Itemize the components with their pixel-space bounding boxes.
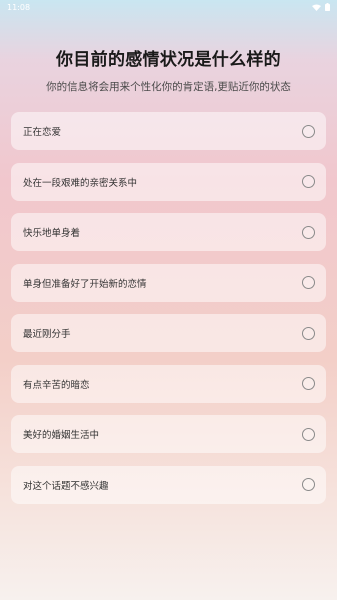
option-single-ready[interactable]: 单身但准备好了开始新的恋情 (11, 263, 326, 302)
option-label: 最近刚分手 (23, 329, 71, 340)
radio-unchecked-icon[interactable] (302, 377, 315, 390)
option-secret-crush[interactable]: 有点辛苦的暗恋 (11, 364, 326, 403)
option-recent-breakup[interactable]: 最近刚分手 (11, 314, 326, 352)
option-difficult-relationship[interactable]: 处在一段艰难的亲密关系中 (11, 162, 326, 201)
status-icons (312, 3, 330, 11)
option-in-love[interactable]: 正在恋爱 (11, 112, 326, 150)
option-not-interested[interactable]: 对这个话题不感兴趣 (11, 465, 326, 504)
option-label: 单身但准备好了开始新的恋情 (23, 278, 147, 290)
radio-unchecked-icon[interactable] (302, 124, 315, 138)
radio-unchecked-icon[interactable] (302, 175, 315, 188)
option-label: 对这个话题不感兴趣 (23, 480, 109, 492)
option-label: 有点辛苦的暗恋 (23, 379, 90, 391)
options-list: 正在恋爱 处在一段艰难的亲密关系中 快乐地单身着 单身但准备好了开始新的恋情 最… (11, 112, 326, 516)
radio-unchecked-icon[interactable] (302, 326, 315, 340)
option-label: 正在恋爱 (23, 127, 62, 138)
page-title: 你目前的感情状况是什么样的 (56, 50, 281, 70)
status-bar: 11:08 (0, 0, 337, 14)
option-happily-single[interactable]: 快乐地单身着 (11, 213, 326, 251)
status-time: 11:08 (7, 2, 31, 12)
option-label: 美好的婚姻生活中 (23, 430, 100, 441)
radio-unchecked-icon[interactable] (302, 427, 315, 441)
option-label: 处在一段艰难的亲密关系中 (23, 177, 138, 189)
wifi-icon (312, 4, 321, 11)
option-happy-marriage[interactable]: 美好的婚姻生活中 (11, 415, 326, 453)
page-subtitle: 你的信息将会用来个性化你的肯定语,更贴近你的状态 (46, 81, 291, 93)
radio-unchecked-icon[interactable] (302, 478, 315, 491)
option-label: 快乐地单身着 (23, 228, 81, 239)
header: 你目前的感情状况是什么样的 你的信息将会用来个性化你的肯定语,更贴近你的状态 (0, 49, 337, 94)
radio-unchecked-icon[interactable] (302, 276, 315, 289)
radio-unchecked-icon[interactable] (302, 225, 315, 239)
battery-icon (325, 3, 330, 11)
